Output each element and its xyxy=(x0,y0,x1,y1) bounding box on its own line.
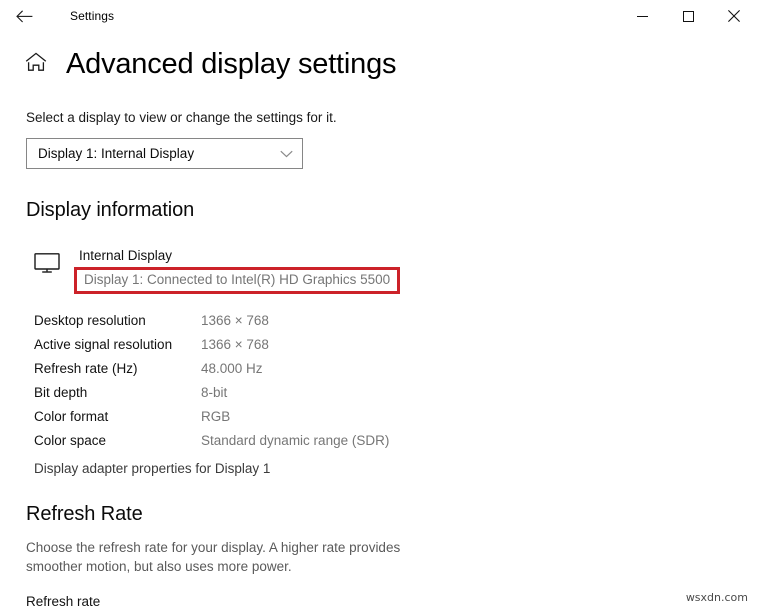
monitor-icon xyxy=(34,253,64,278)
display-name: Internal Display xyxy=(79,248,173,263)
display-connection-text: Display 1: Connected to Intel(R) HD Grap… xyxy=(84,272,391,287)
display-spec-table: Desktop resolution 1366 × 768 Active sig… xyxy=(34,308,737,452)
spec-value: 8-bit xyxy=(201,384,228,400)
display-select[interactable]: Display 1: Internal Display xyxy=(26,138,303,169)
back-button[interactable] xyxy=(9,1,39,31)
page-title: Advanced display settings xyxy=(66,47,397,80)
spec-label: Refresh rate (Hz) xyxy=(34,360,138,376)
spec-label: Active signal resolution xyxy=(34,336,173,352)
maximize-icon xyxy=(682,10,694,22)
refresh-rate-heading: Refresh Rate xyxy=(26,503,143,525)
spec-value: 1366 × 768 xyxy=(201,312,269,328)
main-content: Select a display to view or change the s… xyxy=(0,110,757,609)
spec-label: Desktop resolution xyxy=(34,312,146,328)
table-row: Active signal resolution 1366 × 768 xyxy=(34,332,737,356)
back-arrow-icon xyxy=(15,9,33,23)
home-button[interactable] xyxy=(21,49,51,79)
table-row: Desktop resolution 1366 × 768 xyxy=(34,308,737,332)
close-icon xyxy=(728,10,740,22)
spec-label: Color format xyxy=(34,408,109,424)
display-summary: Internal Display Display 1: Connected to… xyxy=(26,247,737,294)
maximize-button[interactable] xyxy=(665,0,711,32)
refresh-rate-field-label: Refresh rate xyxy=(26,594,101,609)
window-controls xyxy=(619,0,757,32)
connection-highlight-box: Display 1: Connected to Intel(R) HD Grap… xyxy=(74,267,401,294)
spec-label: Bit depth xyxy=(34,384,88,400)
app-title: Settings xyxy=(70,9,115,23)
spec-value: 1366 × 768 xyxy=(201,336,269,352)
refresh-rate-description: Choose the refresh rate for your display… xyxy=(26,540,401,574)
table-row: Refresh rate (Hz) 48.000 Hz xyxy=(34,356,737,380)
minimize-button[interactable] xyxy=(619,0,665,32)
display-information-heading: Display information xyxy=(26,199,195,221)
chevron-down-icon xyxy=(280,150,293,158)
spec-label: Color space xyxy=(34,432,107,448)
close-button[interactable] xyxy=(711,0,757,32)
table-row: Color space Standard dynamic range (SDR) xyxy=(34,428,737,452)
title-bar: Settings xyxy=(0,0,757,32)
table-row: Bit depth 8-bit xyxy=(34,380,737,404)
intro-text: Select a display to view or change the s… xyxy=(26,110,337,125)
display-select-value: Display 1: Internal Display xyxy=(38,146,195,161)
home-icon xyxy=(25,52,47,77)
spec-value: RGB xyxy=(201,408,231,424)
spec-value: 48.000 Hz xyxy=(201,360,263,376)
display-adapter-properties-link[interactable]: Display adapter properties for Display 1 xyxy=(34,457,737,479)
page-header: Advanced display settings xyxy=(0,49,757,79)
watermark: wsxdn.com xyxy=(685,591,748,604)
spec-value: Standard dynamic range (SDR) xyxy=(201,432,390,448)
table-row: Color format RGB xyxy=(34,404,737,428)
minimize-icon xyxy=(636,11,648,22)
